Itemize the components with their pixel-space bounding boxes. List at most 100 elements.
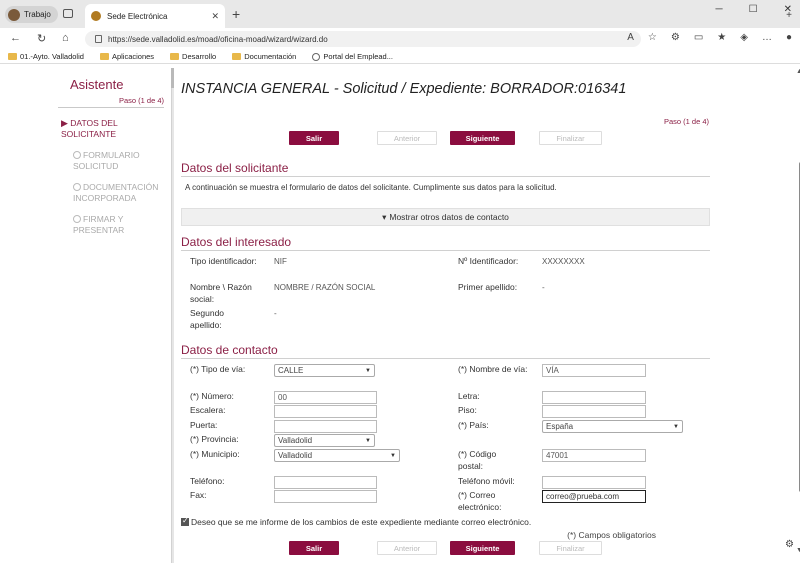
right-rail: ▲ ▼ + ⚙ bbox=[766, 10, 800, 563]
read-aloud-icon[interactable]: A bbox=[627, 32, 634, 43]
mobile-input[interactable] bbox=[542, 476, 646, 489]
door-input[interactable] bbox=[274, 420, 377, 433]
next-button[interactable]: Siguiente bbox=[450, 131, 515, 145]
back-icon[interactable]: ← bbox=[10, 32, 21, 44]
copilot-icon[interactable]: ● bbox=[786, 32, 792, 43]
sidebar-add-icon[interactable]: + bbox=[786, 10, 792, 21]
collections-icon[interactable]: ◈ bbox=[740, 32, 748, 43]
split-screen-icon[interactable]: ▭ bbox=[694, 32, 703, 43]
phone-label: Teléfono: bbox=[190, 476, 225, 486]
play-icon: ▶ bbox=[61, 118, 68, 128]
applicant-info-text: A continuación se muestra el formulario … bbox=[185, 183, 557, 192]
next-button-bottom[interactable]: Siguiente bbox=[450, 541, 515, 555]
surname2-value: - bbox=[274, 309, 277, 318]
bookmark-item[interactable]: Aplicaciones bbox=[99, 52, 154, 61]
surname1-label: Primer apellido: bbox=[458, 282, 518, 292]
scroll-down-icon[interactable]: ▼ bbox=[796, 547, 800, 554]
close-tab-icon[interactable]: ✕ bbox=[211, 11, 219, 22]
show-contact-toggle[interactable]: ▾ Mostrar otros datos de contacto bbox=[181, 208, 710, 226]
floor-input[interactable] bbox=[542, 405, 646, 418]
sidebar-item-applicant[interactable]: ▶ DATOS DEL SOLICITANTE bbox=[58, 118, 164, 140]
window-controls: ─ ☐ ✕ bbox=[716, 4, 792, 15]
exit-button[interactable]: Salir bbox=[289, 131, 339, 145]
contact-section-title: Datos de contacto bbox=[181, 343, 710, 359]
previous-button[interactable]: Anterior bbox=[377, 131, 437, 145]
more-icon[interactable]: … bbox=[762, 32, 772, 43]
folder-icon bbox=[8, 53, 17, 60]
minimize-icon[interactable]: ─ bbox=[716, 4, 723, 15]
id-number-value: XXXXXXXX bbox=[542, 257, 585, 266]
profile-label: Trabajo bbox=[24, 10, 51, 19]
home-icon[interactable]: ⌂ bbox=[62, 32, 69, 44]
street-name-label: (*) Nombre de vía: bbox=[458, 364, 528, 374]
chevron-down-icon: ▼ bbox=[365, 367, 371, 374]
url-field[interactable]: https://sede.valladolid.es/moad/oficina-… bbox=[85, 31, 641, 47]
clock-icon bbox=[312, 52, 321, 61]
fax-label: Fax: bbox=[190, 490, 207, 500]
exit-button-bottom[interactable]: Salir bbox=[289, 541, 339, 555]
disabled-icon bbox=[73, 151, 81, 159]
email-input[interactable]: correo@prueba.com bbox=[542, 490, 646, 503]
page-title: INSTANCIA GENERAL - Solicitud / Expedien… bbox=[181, 81, 627, 97]
notify-row: Deseo que se me informe de los cambios d… bbox=[181, 516, 532, 527]
letter-label: Letra: bbox=[458, 391, 480, 401]
number-input[interactable]: 00 bbox=[274, 391, 377, 404]
disabled-icon bbox=[73, 215, 81, 223]
bookmark-item[interactable]: 01.-Ayto. Valladolid bbox=[8, 52, 84, 61]
sidebar-item-documents[interactable]: DOCUMENTACIÓN INCORPORADA bbox=[58, 182, 164, 204]
applicant-section-title: Datos del solicitante bbox=[181, 161, 710, 177]
stair-label: Escalera: bbox=[190, 405, 226, 415]
country-select[interactable]: España ▼ bbox=[542, 420, 683, 433]
finish-button-bottom[interactable]: Finalizar bbox=[539, 541, 602, 555]
new-tab-icon[interactable]: + bbox=[232, 6, 240, 22]
notify-checkbox[interactable] bbox=[181, 516, 189, 526]
finish-button[interactable]: Finalizar bbox=[539, 131, 602, 145]
country-label: (*) País: bbox=[458, 420, 489, 430]
street-type-select[interactable]: CALLE ▼ bbox=[274, 364, 375, 377]
favorites-icon[interactable]: ★ bbox=[717, 32, 726, 43]
door-label: Puerta: bbox=[190, 420, 218, 430]
extensions-icon[interactable]: ⚙ bbox=[671, 32, 680, 43]
street-type-label: (*) Tipo de vía: bbox=[190, 364, 246, 374]
folder-icon bbox=[232, 53, 242, 60]
tab-title: Sede Electrónica bbox=[107, 11, 168, 21]
postal-code-label: (*) Código postal: bbox=[458, 449, 497, 471]
scroll-up-icon[interactable]: ▲ bbox=[796, 68, 800, 75]
bookmark-item[interactable]: Documentación bbox=[232, 52, 296, 61]
fax-input[interactable] bbox=[274, 490, 377, 503]
refresh-icon[interactable]: ↻ bbox=[37, 32, 46, 45]
url-text: https://sede.valladolid.es/moad/oficina-… bbox=[108, 34, 328, 44]
id-number-label: Nº Identificador: bbox=[458, 256, 519, 266]
bookmarks-bar: 01.-Ayto. Valladolid Aplicaciones Desarr… bbox=[0, 50, 800, 64]
sidebar-item-form[interactable]: FORMULARIO SOLICITUD bbox=[58, 150, 164, 172]
chevron-down-icon: ▼ bbox=[365, 437, 371, 444]
previous-button-bottom[interactable]: Anterior bbox=[377, 541, 437, 555]
street-name-input[interactable]: VÍA bbox=[542, 364, 646, 377]
phone-input[interactable] bbox=[274, 476, 377, 489]
interested-section-title: Datos del interesado bbox=[181, 235, 710, 251]
disabled-icon bbox=[73, 183, 81, 191]
tab-actions-icon[interactable] bbox=[63, 9, 73, 18]
browser-tab[interactable]: Sede Electrónica ✕ bbox=[85, 4, 225, 28]
id-type-label: Tipo identificador: bbox=[190, 256, 257, 266]
divider-handle[interactable] bbox=[171, 68, 174, 88]
sidebar-title: Asistente bbox=[70, 77, 124, 92]
browser-actions: A ☆ ⚙ ▭ ★ ◈ … ● bbox=[627, 32, 792, 43]
address-bar-row: ← ↻ ⌂ https://sede.valladolid.es/moad/of… bbox=[0, 28, 800, 50]
folder-icon bbox=[99, 53, 109, 60]
letter-input[interactable] bbox=[542, 391, 646, 404]
floor-label: Piso: bbox=[458, 405, 477, 415]
municipality-select[interactable]: Valladolid ▼ bbox=[274, 449, 400, 462]
bookmark-item[interactable]: Desarrollo bbox=[170, 52, 216, 61]
notify-label: Deseo que se me informe de los cambios d… bbox=[191, 517, 532, 527]
maximize-icon[interactable]: ☐ bbox=[749, 4, 758, 15]
settings-icon[interactable]: ⚙ bbox=[785, 539, 794, 550]
stair-input[interactable] bbox=[274, 405, 377, 418]
postal-code-input[interactable]: 47001 bbox=[542, 449, 646, 462]
favorite-icon[interactable]: ☆ bbox=[648, 32, 657, 43]
sidebar-item-sign[interactable]: FIRMAR Y PRESENTAR bbox=[58, 214, 164, 236]
province-select[interactable]: Valladolid ▼ bbox=[274, 434, 375, 447]
bookmark-item[interactable]: Portal del Emplead... bbox=[312, 52, 393, 61]
profile-button[interactable]: Trabajo bbox=[5, 6, 58, 23]
avatar bbox=[8, 8, 20, 21]
